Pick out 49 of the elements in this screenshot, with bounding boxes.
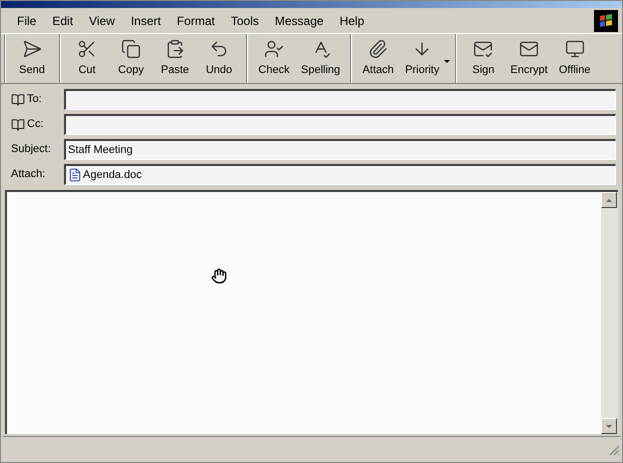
menu-item[interactable]: View [81, 10, 123, 32]
windows-logo-icon [594, 10, 618, 32]
field-label: To: [27, 92, 42, 108]
toolbar-button[interactable]: Send [10, 34, 54, 83]
toolbar-button[interactable]: Check [252, 34, 296, 83]
paperclip-icon [368, 38, 388, 59]
input-field[interactable] [64, 114, 616, 135]
toolbar-button[interactable]: Copy [109, 34, 153, 83]
toolbar-button[interactable]: Priority [400, 34, 444, 83]
input-field[interactable]: Agenda.doc [64, 164, 616, 185]
field-label: Attach: [11, 167, 46, 182]
menu-item[interactable]: Tools [222, 10, 267, 32]
computer-icon [564, 38, 585, 59]
toolbar-button[interactable]: Spelling [296, 34, 346, 83]
scrollbar[interactable] [601, 192, 618, 434]
field-value: Agenda.doc [83, 168, 142, 183]
hand-cursor-icon [211, 268, 227, 284]
field-value: Staff Meeting [68, 142, 133, 158]
toolbar-button[interactable]: Encrypt [505, 34, 553, 83]
input-field[interactable] [64, 89, 616, 110]
menu-item[interactable]: Format [168, 10, 223, 32]
menu-item[interactable]: Message [266, 10, 332, 32]
toolbar-button[interactable]: Sign [461, 34, 506, 83]
document-icon[interactable] [68, 168, 82, 182]
toolbar-button[interactable]: Undo [197, 34, 241, 83]
resize-grip-icon[interactable] [608, 444, 620, 456]
menu-item[interactable]: File [9, 10, 44, 32]
toolbar-button[interactable]: Attach [356, 34, 400, 83]
toolbar-button[interactable]: Paste [153, 34, 197, 83]
person-check-icon [264, 38, 284, 59]
toolbar-button[interactable]: Offline [552, 34, 597, 83]
menu-item[interactable]: Edit [44, 10, 82, 32]
menu-item[interactable]: Help [332, 10, 372, 32]
scissors-icon [77, 38, 97, 59]
input-field[interactable]: Staff Meeting [64, 139, 616, 160]
copy-icon [121, 38, 141, 59]
address-book-icon[interactable] [11, 92, 25, 106]
scroll-up-button[interactable] [601, 192, 617, 208]
scroll-down-button[interactable] [601, 418, 617, 434]
toolbar-button[interactable]: Cut [65, 34, 109, 83]
undo-icon [209, 38, 229, 59]
field-label: Subject: [11, 142, 51, 158]
field-label: Cc: [27, 117, 44, 132]
dropdown-arrow-icon[interactable] [444, 60, 450, 63]
menu-item[interactable]: Insert [122, 10, 169, 32]
address-book-icon[interactable] [11, 118, 25, 132]
send-icon [22, 38, 42, 59]
clipboard-icon [165, 38, 185, 59]
mail-check-icon [473, 38, 494, 59]
